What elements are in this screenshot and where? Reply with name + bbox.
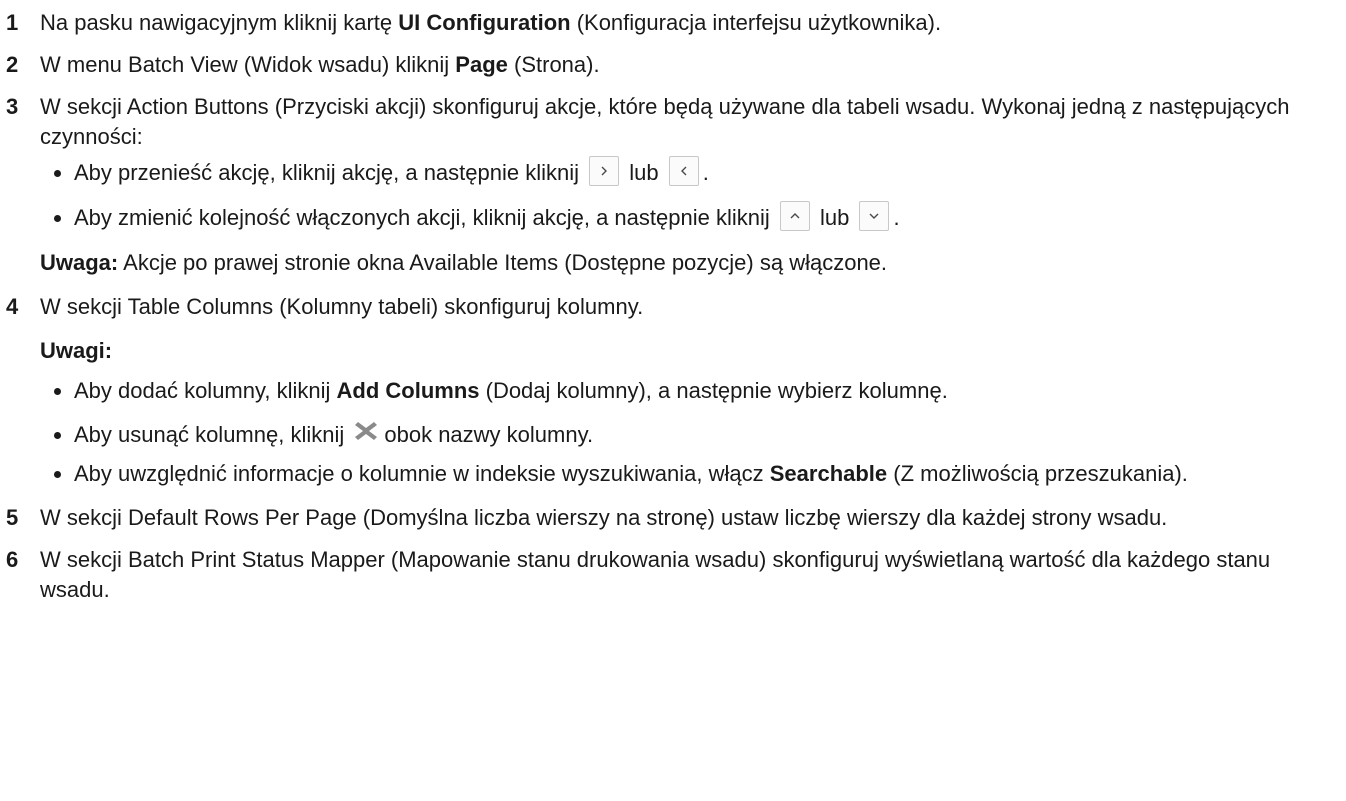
step-3-bullets: Aby przenieść akcję, kliknij akcję, a na… xyxy=(40,156,1332,234)
step-1-text-a: Na pasku nawigacyjnym kliknij kartę xyxy=(40,10,399,35)
searchable-term: Searchable xyxy=(769,460,888,486)
page-term: Page xyxy=(455,52,508,77)
bullet-text: . xyxy=(702,160,709,185)
notes-heading-wrap: Uwagi: xyxy=(40,336,1332,366)
list-item: Aby dodać kolumny, kliknij Add Columns (… xyxy=(46,376,1332,406)
step-5: 5 W sekcji Default Rows Per Page (Domyśl… xyxy=(6,503,1346,533)
note-label: Uwaga: xyxy=(40,250,119,276)
step-4-bullets: Aby dodać kolumny, kliknij Add Columns (… xyxy=(40,376,1332,488)
step-4-text: W sekcji Table Columns (Kolumny tabeli) … xyxy=(40,294,644,320)
step-2-text-b: (Strona). xyxy=(507,52,600,77)
step-4: 4 W sekcji Table Columns (Kolumny tabeli… xyxy=(6,292,1346,502)
list-item: Aby przenieść akcję, kliknij akcję, a na… xyxy=(46,156,1332,189)
instructions-document: 1 Na pasku nawigacyjnym kliknij kartę UI… xyxy=(0,0,1346,605)
step-6-text: W sekcji Batch Print Status Mapper (Mapo… xyxy=(40,546,1271,602)
step-3: 3 W sekcji Action Buttons (Przyciski akc… xyxy=(6,92,1346,292)
step-2-text-a: W menu Batch View (Widok wsadu) kliknij xyxy=(40,52,456,77)
notes-label: Uwagi: xyxy=(40,338,113,364)
chevron-down-icon xyxy=(859,201,890,232)
list-item: Aby usunąć kolumnę, kliknij obok nazwy k… xyxy=(46,420,1332,452)
step-number: 2 xyxy=(6,52,19,77)
note: Uwaga: Akcje po prawej stronie okna Avai… xyxy=(40,248,1332,278)
step-number: 6 xyxy=(6,546,19,572)
list-item: Aby zmienić kolejność włączonych akcji, … xyxy=(46,201,1332,234)
bullet-text: lub xyxy=(820,205,850,231)
step-number: 1 xyxy=(6,10,19,35)
step-number: 4 xyxy=(6,294,19,320)
step-6: 6 W sekcji Batch Print Status Mapper (Ma… xyxy=(6,545,1346,605)
step-3-text: W sekcji Action Buttons (Przyciski akcji… xyxy=(40,94,1290,149)
close-x-icon xyxy=(352,419,380,451)
bullet-text: Aby przenieść akcję, kliknij akcję, a na… xyxy=(74,160,580,185)
bullet-text: (Z możliwością przeszukania). xyxy=(887,460,1188,486)
add-columns-term: Add Columns xyxy=(336,378,480,404)
step-5-text: W sekcji Default Rows Per Page (Domyślna… xyxy=(40,504,1168,530)
step-2: 2 W menu Batch View (Widok wsadu) klikni… xyxy=(6,50,1346,80)
note-text: Akcje po prawej stronie okna Available I… xyxy=(118,250,888,276)
step-1-text-b: (Konfiguracja interfejsu użytkownika). xyxy=(570,10,942,35)
ui-configuration-term: UI Configuration xyxy=(398,10,571,35)
bullet-text: Aby uwzględnić informacje o kolumnie w i… xyxy=(74,460,770,486)
bullet-text: Aby dodać kolumny, kliknij xyxy=(74,378,337,404)
bullet-text: (Dodaj kolumny), a następnie wybierz kol… xyxy=(479,378,948,404)
bullet-text: obok nazwy kolumny. xyxy=(384,422,594,448)
step-number: 5 xyxy=(6,504,19,530)
step-1: 1 Na pasku nawigacyjnym kliknij kartę UI… xyxy=(6,8,1346,38)
chevron-left-icon xyxy=(668,156,699,187)
bullet-text: Aby zmienić kolejność włączonych akcji, … xyxy=(74,205,770,231)
chevron-right-icon xyxy=(589,156,620,187)
step-number: 3 xyxy=(6,94,19,119)
bullet-text: lub xyxy=(629,160,659,185)
chevron-up-icon xyxy=(779,201,810,232)
bullet-text: . xyxy=(893,205,900,231)
list-item: Aby uwzględnić informacje o kolumnie w i… xyxy=(46,459,1332,489)
bullet-text: Aby usunąć kolumnę, kliknij xyxy=(74,422,345,448)
